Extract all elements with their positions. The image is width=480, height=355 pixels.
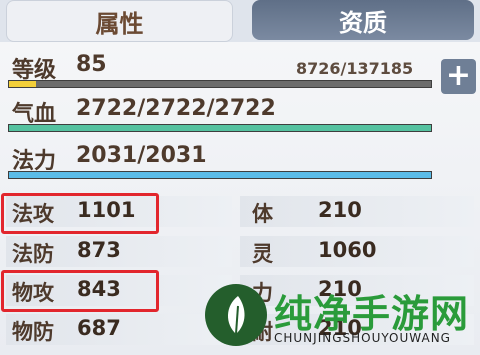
stat-name-spirit: 灵 (252, 242, 273, 266)
tab-aptitude[interactable]: 资质 (252, 0, 474, 40)
mp-value: 2031/2031 (76, 143, 207, 168)
stat-value-physical-defense: 687 (77, 316, 121, 340)
add-point-button[interactable]: + (441, 59, 476, 94)
stat-name-physical-defense: 物防 (12, 320, 54, 344)
stat-name-constitution: 体 (252, 202, 273, 226)
hp-bar-fill (9, 125, 431, 131)
leaf-logo-icon (205, 284, 267, 346)
hp-bar (8, 124, 432, 132)
level-value: 85 (76, 52, 107, 77)
stat-value-constitution: 210 (318, 198, 362, 222)
tab-bar: 属性 资质 (0, 0, 480, 42)
plus-icon: + (445, 58, 472, 93)
watermark-subtext: CHUNJINGSHOUYOUWANG (274, 331, 451, 345)
highlight-physical-attack (1, 270, 159, 312)
mp-bar (8, 171, 432, 179)
exp-bar-fill (9, 81, 36, 87)
stat-value-spirit: 1060 (318, 238, 377, 262)
watermark-text: 纯净手游网 (274, 291, 470, 336)
exp-bar (8, 80, 432, 88)
tab-attributes[interactable]: 属性 (6, 0, 233, 42)
stat-name-magic-defense: 法防 (12, 242, 54, 266)
exp-value: 8726/137185 (296, 59, 414, 78)
mp-bar-fill (9, 172, 431, 178)
stat-value-magic-defense: 873 (77, 238, 121, 262)
hp-value: 2722/2722/2722 (76, 96, 276, 121)
highlight-magic-attack (1, 193, 159, 234)
